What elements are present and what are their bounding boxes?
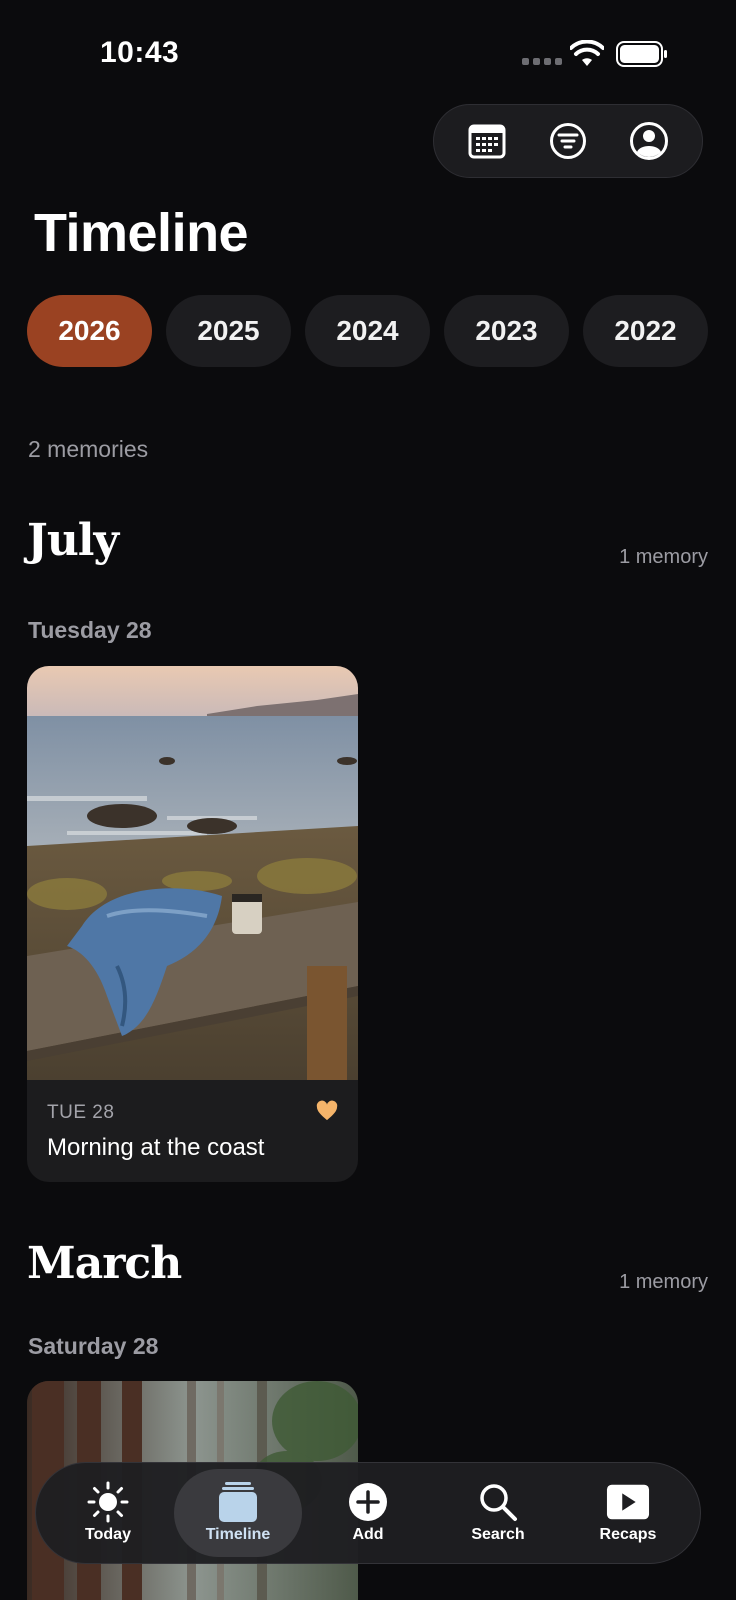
memory-date: TUE 28 bbox=[47, 1102, 115, 1123]
heart-icon[interactable] bbox=[316, 1100, 338, 1122]
status-time: 10:43 bbox=[100, 36, 180, 69]
play-icon bbox=[606, 1482, 650, 1522]
add-circle-icon bbox=[346, 1482, 390, 1522]
memory-card[interactable]: TUE 28 Morning at the coast bbox=[27, 666, 358, 1182]
tab-search[interactable]: Search bbox=[434, 1469, 562, 1557]
profile-icon[interactable] bbox=[621, 113, 677, 169]
page-title: Timeline bbox=[34, 203, 249, 263]
year-selector: 2026 2025 2024 2023 2022 bbox=[27, 295, 708, 367]
sun-icon bbox=[86, 1481, 130, 1523]
day-label: Tuesday 28 bbox=[28, 617, 152, 643]
tab-label: Today bbox=[85, 1526, 131, 1543]
memories-count: 2 memories bbox=[28, 436, 149, 462]
month-title-july: July bbox=[27, 515, 119, 566]
year-pill-2026[interactable]: 2026 bbox=[27, 295, 152, 367]
memory-title: Morning at the coast bbox=[47, 1134, 265, 1161]
top-actions bbox=[433, 104, 703, 178]
tab-label: Add bbox=[352, 1526, 384, 1543]
tab-label: Timeline bbox=[205, 1526, 271, 1543]
search-icon bbox=[476, 1482, 520, 1522]
tab-timeline[interactable]: Timeline bbox=[174, 1469, 302, 1557]
memory-meta: TUE 28 Morning at the coast bbox=[27, 1080, 358, 1182]
tab-bar: Today Timeline Add Search Recaps bbox=[35, 1462, 701, 1564]
tab-label: Search bbox=[471, 1526, 525, 1543]
month-count-march: 1 memory bbox=[619, 1271, 708, 1293]
day-label: Saturday 28 bbox=[28, 1333, 159, 1359]
year-pill-2024[interactable]: 2024 bbox=[305, 295, 430, 367]
month-count-july: 1 memory bbox=[619, 546, 708, 568]
status-bar: 10:43 bbox=[0, 0, 736, 100]
tab-today[interactable]: Today bbox=[44, 1469, 172, 1557]
memory-photo bbox=[27, 666, 358, 1080]
filter-icon[interactable] bbox=[540, 113, 596, 169]
battery-icon bbox=[616, 41, 667, 67]
tab-add[interactable]: Add bbox=[304, 1469, 432, 1557]
tab-recaps[interactable]: Recaps bbox=[564, 1469, 692, 1557]
calendar-icon[interactable] bbox=[459, 113, 515, 169]
tab-label: Recaps bbox=[599, 1526, 657, 1543]
signal-icon bbox=[522, 58, 562, 65]
year-pill-2022[interactable]: 2022 bbox=[583, 295, 708, 367]
timeline-stack-icon bbox=[216, 1482, 260, 1522]
wifi-icon bbox=[570, 40, 604, 66]
year-pill-2025[interactable]: 2025 bbox=[166, 295, 291, 367]
month-title-march: March bbox=[27, 1238, 182, 1289]
year-pill-2023[interactable]: 2023 bbox=[444, 295, 569, 367]
